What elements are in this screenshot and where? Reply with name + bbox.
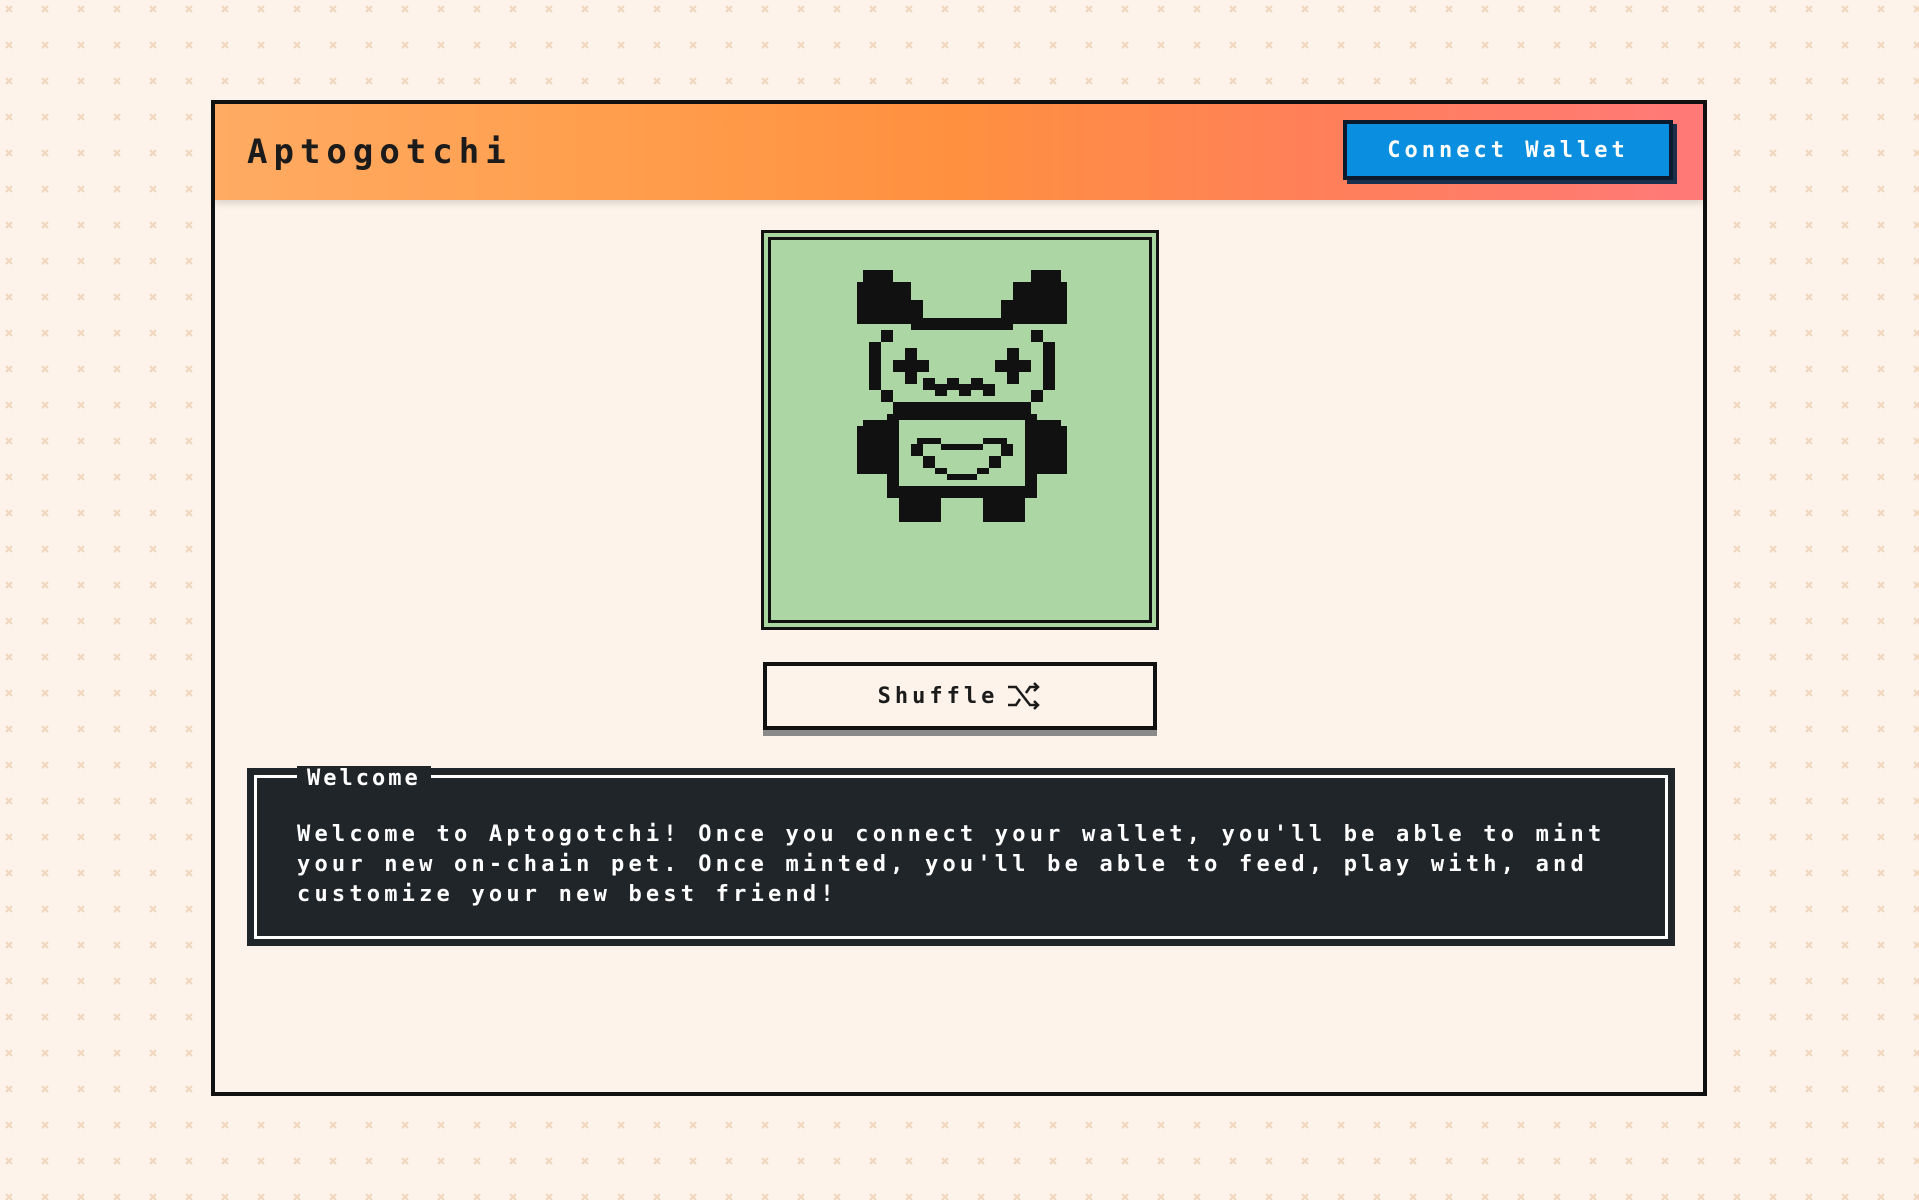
shuffle-button[interactable]: Shuffle [763, 662, 1157, 730]
shuffle-label: Shuffle [877, 683, 999, 709]
header-bar: Aptogotchi Connect Wallet [215, 104, 1703, 200]
connect-wallet-button[interactable]: Connect Wallet [1343, 120, 1673, 180]
welcome-legend: Welcome [297, 766, 431, 791]
shuffle-icon [1008, 682, 1041, 710]
pet-screen [768, 237, 1152, 623]
bunny-pet-sprite [857, 270, 1067, 522]
pet-display-frame [761, 230, 1159, 630]
welcome-message: Welcome to Aptogotchi! Once you connect … [297, 822, 1606, 907]
app-window: Aptogotchi Connect Wallet Shuffle Welcom… [211, 100, 1707, 1096]
welcome-panel: Welcome Welcome to Aptogotchi! Once you … [247, 766, 1675, 946]
app-title: Aptogotchi [247, 132, 512, 172]
